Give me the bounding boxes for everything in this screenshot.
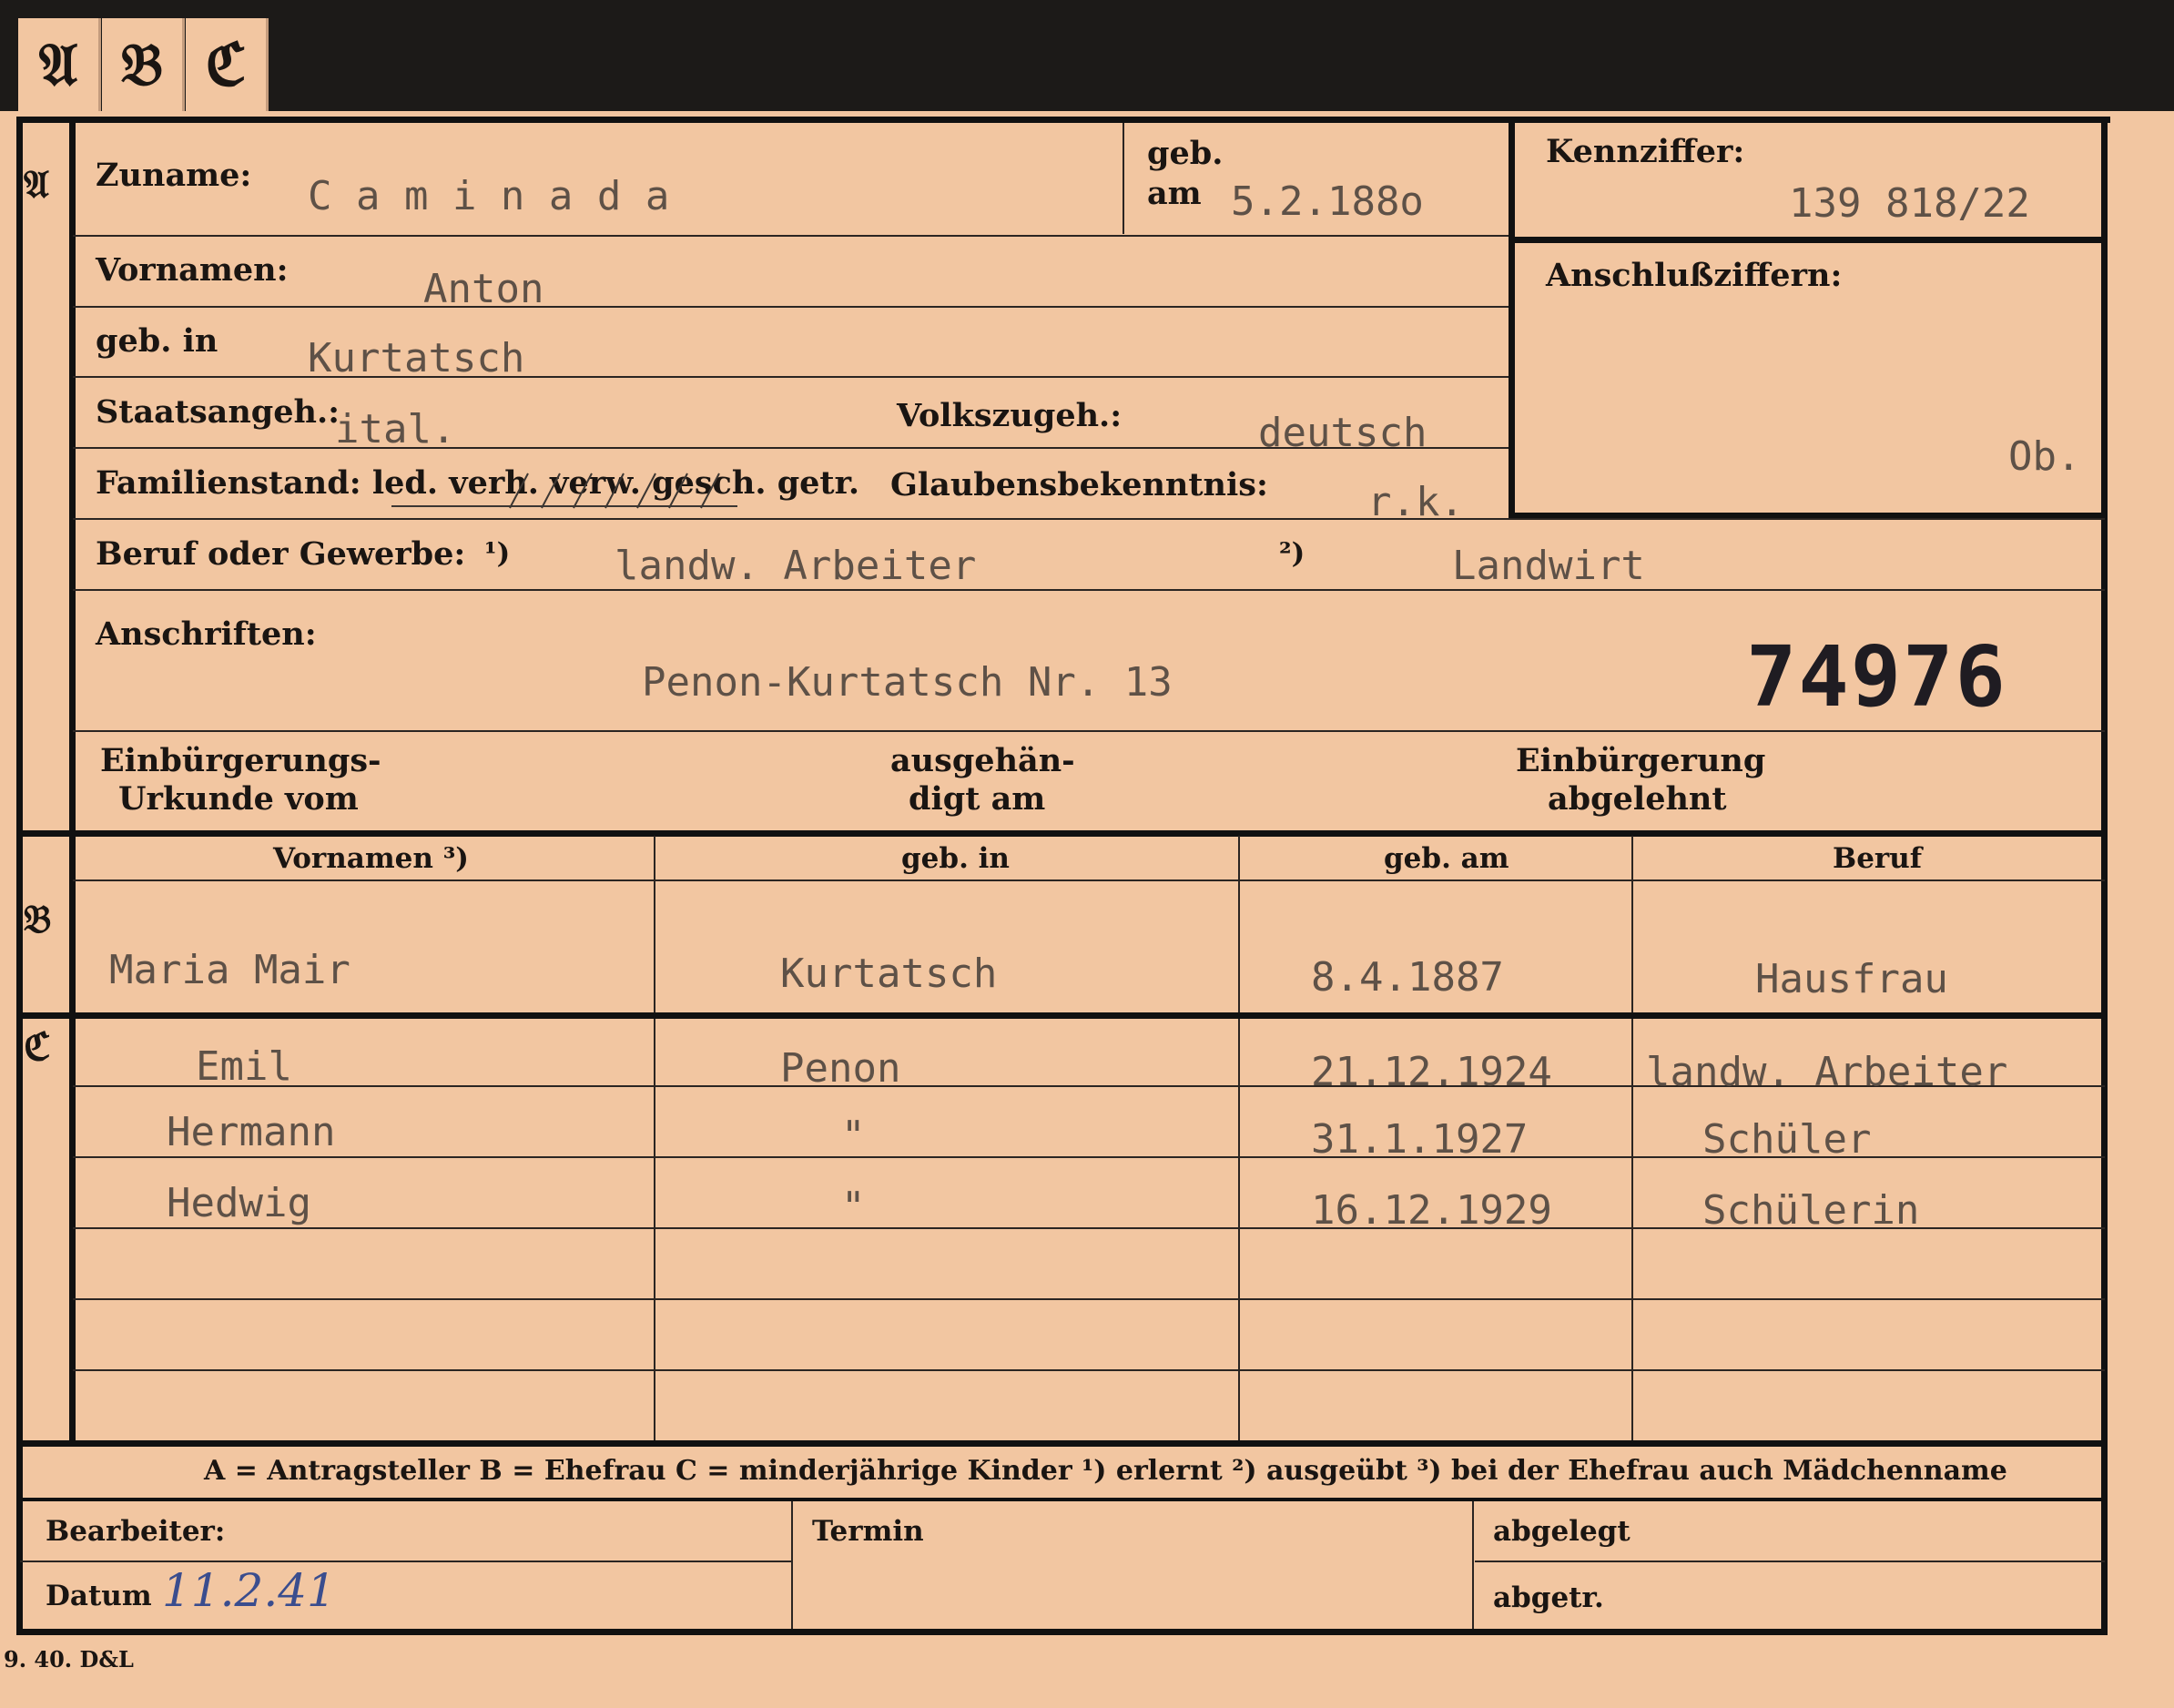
wife-occupation: Hausfrau [1755, 956, 1948, 1002]
value-ethnicity: deutsch [1258, 410, 1427, 456]
child-occupation: Schüler [1702, 1116, 1872, 1163]
wife-birth-date: 8.4.1887 [1311, 954, 1504, 1001]
kennziffer-box-divider [1509, 237, 2105, 243]
header-beruf: Beruf [1833, 842, 1923, 875]
handwritten-date: 11.2.41 [162, 1564, 336, 1617]
label-volkszugeh: Volkszugeh.: [897, 397, 1123, 434]
label-kennziffer: Kennziffer: [1546, 133, 1745, 170]
rule [73, 1298, 2105, 1300]
rule [73, 1369, 2105, 1371]
printer-mark: 9. 40. D&L [4, 1646, 134, 1672]
stamp-number: 74976 [1746, 628, 2007, 726]
header-vornamen: Vornamen ³) [273, 842, 469, 875]
kennziffer-box-left [1509, 117, 1515, 520]
column-line [1472, 1501, 1474, 1629]
tab-b[interactable]: 𝔅 [102, 18, 185, 111]
label-geb: geb. [1147, 135, 1224, 172]
label-abgetr: abgetr. [1493, 1581, 1604, 1614]
section-a-label: 𝔄 [24, 162, 49, 207]
value-occupation-practised: Landwirt [1452, 543, 1645, 589]
child-occupation: landw. Arbeiter [1646, 1049, 2008, 1095]
section-a-bottom [16, 830, 2108, 837]
child-occupation: Schülerin [1702, 1187, 1920, 1234]
label-einb-urkunde-2: Urkunde vom [118, 780, 359, 818]
label-vornamen: Vornamen: [96, 251, 289, 289]
geb-divider [1123, 123, 1124, 234]
rule [73, 518, 2105, 520]
frame-right [2101, 117, 2108, 1635]
label-einb-abgelehnt-2: abgelehnt [1548, 780, 1727, 818]
rule [20, 1561, 791, 1562]
value-kennziffer: 139 818/22 [1789, 180, 2030, 227]
column-line [1631, 836, 1633, 1440]
child-birth-place: Penon [780, 1045, 901, 1092]
tab-a[interactable]: 𝔄 [18, 18, 101, 111]
value-address: Penon-Kurtatsch Nr. 13 [642, 659, 1173, 706]
footer-legend: A = Antragsteller B = Ehefrau C = minder… [204, 1455, 2007, 1487]
label-anschriften: Anschriften: [96, 615, 317, 653]
footnote-2: ²) [1279, 537, 1305, 570]
rule [73, 376, 1509, 378]
rule [73, 235, 1509, 237]
label-zuname: Zuname: [96, 157, 252, 194]
label-ausgehaendigt-2: digt am [909, 780, 1046, 818]
column-line [1238, 836, 1240, 1440]
section-c-bottom [16, 1440, 2108, 1447]
label-bearbeiter: Bearbeiter: [46, 1515, 226, 1548]
label-einb-urkunde-1: Einbürgerungs- [100, 742, 381, 779]
child-birth-date: 16.12.1929 [1311, 1187, 1552, 1234]
child-name: Hedwig [167, 1180, 311, 1226]
header-geb-in: geb. in [901, 842, 1010, 875]
frame-left [16, 117, 23, 1635]
frame-top [16, 117, 2110, 123]
footnote-1: ¹) [484, 537, 511, 570]
value-birth-place: Kurtatsch [308, 335, 525, 381]
value-anschluss-note: Ob. [2008, 433, 2081, 480]
label-einb-abgelehnt-1: Einbürgerung [1516, 742, 1766, 779]
section-b-label: 𝔅 [24, 897, 52, 941]
child-birth-place: " [841, 1184, 866, 1230]
child-birth-date: 21.12.1924 [1311, 1049, 1552, 1095]
column-line [791, 1501, 793, 1629]
tab-c[interactable]: ℭ [186, 18, 269, 111]
section-column-line [69, 117, 76, 1441]
label-am: am [1147, 175, 1202, 212]
wife-birth-place: Kurtatsch [780, 951, 998, 997]
wife-name: Maria Mair [109, 947, 350, 993]
label-geb-in: geb. in [96, 322, 218, 360]
label-abgelegt: abgelegt [1493, 1515, 1630, 1548]
label-glaubensbekenntnis: Glaubensbekenntnis: [890, 466, 1268, 503]
strike-through-marks [391, 473, 737, 509]
child-birth-date: 31.1.1927 [1311, 1116, 1529, 1163]
value-citizenship: ital. [335, 406, 456, 452]
section-c-label: ℭ [24, 1024, 51, 1069]
rule [73, 589, 2105, 591]
child-birth-place: " [841, 1113, 866, 1159]
record-card: 𝔄 𝔅 ℭ 𝔄 𝔅 ℭ Zuname: C a m i n a d a geb.… [0, 0, 2174, 1708]
child-name: Hermann [167, 1109, 336, 1155]
footer-divider [16, 1498, 2108, 1501]
label-anschlussziffern: Anschlußziffern: [1546, 257, 1843, 294]
label-termin: Termin [812, 1515, 924, 1548]
section-b-bottom [16, 1012, 2108, 1019]
rule [73, 306, 1509, 308]
label-beruf: Beruf oder Gewerbe: [96, 535, 466, 573]
rule [73, 730, 2105, 732]
rule [73, 879, 2105, 881]
child-name: Emil [196, 1043, 292, 1090]
value-religion: r.k. [1367, 479, 1464, 525]
value-surname: C a m i n a d a [308, 173, 670, 219]
header-geb-am: geb. am [1384, 842, 1509, 875]
column-line [654, 836, 655, 1440]
value-birth-date: 5.2.188o [1231, 178, 1424, 225]
value-occupation-learned: landw. Arbeiter [615, 543, 977, 589]
label-staatsangeh: Staatsangeh.: [96, 393, 340, 431]
frame-bottom [16, 1629, 2108, 1635]
label-ausgehaendigt-1: ausgehän- [890, 742, 1075, 779]
label-datum: Datum [46, 1580, 152, 1612]
value-first-name: Anton [423, 266, 544, 312]
rule [1475, 1561, 2105, 1562]
